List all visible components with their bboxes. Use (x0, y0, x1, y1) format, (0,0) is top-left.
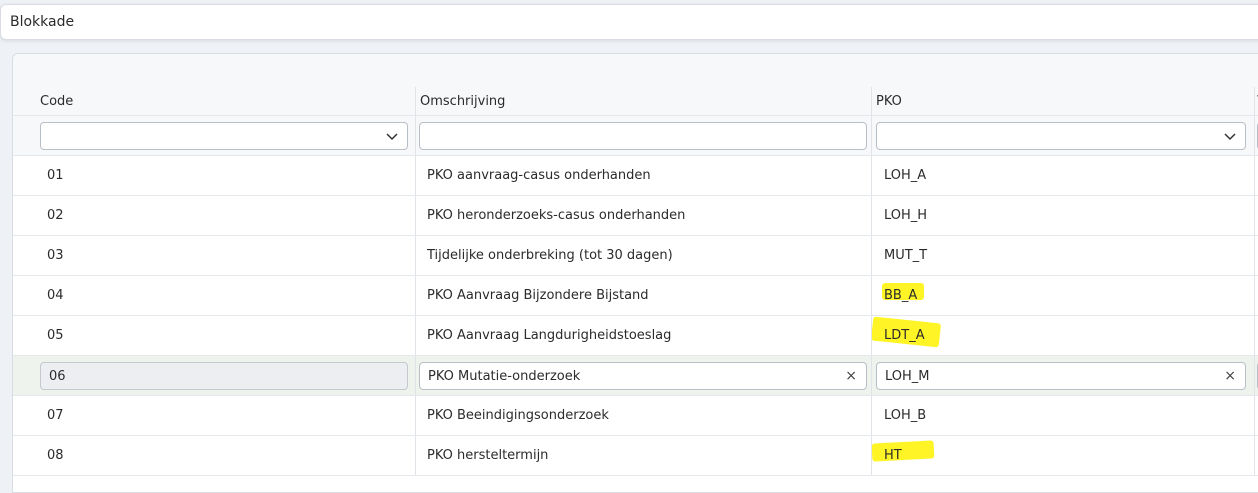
code-cell: 01 (13, 156, 416, 195)
pko-value: LOH_A (884, 168, 927, 183)
code-cell: 05 (13, 316, 416, 355)
pko-filter-select[interactable] (876, 122, 1246, 150)
pko-edit-input[interactable]: LOH_M × (876, 362, 1246, 390)
filter-cell-pko (872, 116, 1255, 155)
omschrijving-cell: Tijdelijke onderbreking (tot 30 dagen) (416, 236, 872, 275)
column-header-pko[interactable]: PKO (872, 87, 1255, 115)
pko-cell: BB_A (872, 276, 1255, 315)
omschrijving-cell: PKO Beeindigingsonderzoek (416, 396, 872, 435)
window-titlebar: Blokkade (0, 4, 1258, 40)
code-cell: 04 (13, 276, 416, 315)
pko-value: MUT_T (884, 248, 928, 263)
table-row[interactable]: 02 PKO heronderzoeks-casus onderhanden L… (13, 196, 1258, 236)
table-row-editing[interactable]: 06 PKO Mutatie-onderzoek × LOH_M × (13, 356, 1258, 396)
chevron-down-icon (386, 133, 398, 141)
code-filter-select[interactable] (40, 122, 408, 150)
omschrijving-edit-input[interactable]: PKO Mutatie-onderzoek × (419, 362, 867, 390)
table-row[interactable]: 08 PKO hersteltermijn HT ( (13, 436, 1258, 476)
column-header-code[interactable]: Code (13, 87, 416, 115)
omschrijving-filter-input[interactable] (419, 122, 867, 150)
table-row[interactable]: 01 PKO aanvraag-casus onderhanden LOH_A … (13, 156, 1258, 196)
table-row[interactable]: 04 PKO Aanvraag Bijzondere Bijstand BB_A… (13, 276, 1258, 316)
table-row[interactable]: 07 PKO Beeindigingsonderzoek LOH_B ( (13, 396, 1258, 436)
omschrijving-edit-value: PKO Mutatie-onderzoek (428, 368, 581, 384)
omschrijving-cell: PKO Aanvraag Langdurigheidstoeslag (416, 316, 872, 355)
table-row[interactable]: 05 PKO Aanvraag Langdurigheidstoeslag LD… (13, 316, 1258, 356)
grid-filter-row (13, 116, 1258, 156)
code-edit-value: 06 (49, 368, 66, 384)
omschrijving-cell-edit: PKO Mutatie-onderzoek × (416, 356, 872, 395)
pko-cell: LOH_A (872, 156, 1255, 195)
omschrijving-cell: PKO hersteltermijn (416, 436, 872, 475)
omschrijving-cell: PKO Aanvraag Bijzondere Bijstand (416, 276, 872, 315)
pko-value: HT (884, 448, 902, 463)
code-cell: 02 (13, 196, 416, 235)
grid-panel: Code Omschrijving PKO V (12, 53, 1258, 493)
highlight-mark (872, 440, 935, 462)
window-title: Blokkade (10, 14, 75, 30)
filter-cell-omschrijving (416, 116, 872, 155)
grid-toolbar (13, 54, 1258, 88)
pko-value: BB_A (884, 288, 918, 303)
data-grid: Code Omschrijving PKO V (13, 87, 1258, 476)
pko-value: LOH_B (884, 408, 927, 423)
pko-cell-edit: LOH_M × (872, 356, 1255, 395)
code-edit-field[interactable]: 06 (40, 362, 408, 390)
filter-cell-code (13, 116, 416, 155)
table-row[interactable]: 03 Tijdelijke onderbreking (tot 30 dagen… (13, 236, 1258, 276)
pko-cell: HT (872, 436, 1255, 475)
pko-cell: LDT_A (872, 316, 1255, 355)
chevron-down-icon (1224, 133, 1236, 141)
pko-cell: MUT_T (872, 236, 1255, 275)
clear-icon[interactable]: × (1224, 368, 1236, 384)
code-cell: 07 (13, 396, 416, 435)
pko-edit-value: LOH_M (885, 368, 930, 384)
code-cell: 08 (13, 436, 416, 475)
pko-cell: LOH_B (872, 396, 1255, 435)
pko-value: LOH_H (884, 208, 928, 223)
code-cell: 03 (13, 236, 416, 275)
pko-value: LDT_A (884, 328, 925, 343)
clear-icon[interactable]: × (845, 368, 857, 384)
omschrijving-cell: PKO heronderzoeks-casus onderhanden (416, 196, 872, 235)
pko-cell: LOH_H (872, 196, 1255, 235)
grid-header-row: Code Omschrijving PKO V (13, 87, 1258, 116)
column-header-omschrijving[interactable]: Omschrijving (416, 87, 872, 115)
omschrijving-cell: PKO aanvraag-casus onderhanden (416, 156, 872, 195)
code-cell-edit: 06 (13, 356, 416, 395)
